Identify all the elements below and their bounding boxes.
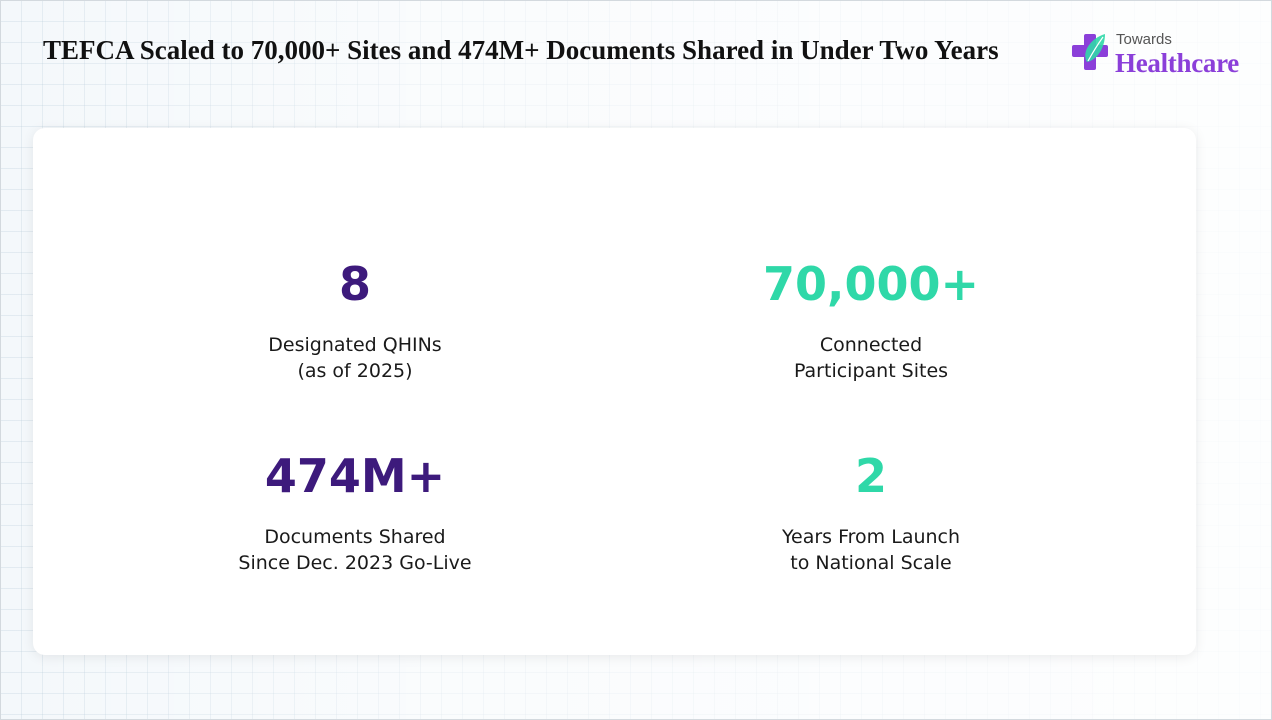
stat-label-line2: Participant Sites: [793, 360, 949, 382]
stat-label: Connected Participant Sites: [661, 332, 1081, 384]
medical-cross-leaf-icon: [1072, 34, 1108, 70]
stat-label-line1: Documents Shared: [264, 526, 446, 548]
stat-label-line1: Years From Launch: [781, 526, 961, 548]
stat-value: 2: [854, 449, 887, 503]
stat-years: 2 Years From Launch to National Scale: [661, 448, 1081, 576]
stat-value: 70,000+: [762, 257, 980, 311]
stat-qhins: 8 Designated QHINs (as of 2025): [145, 256, 565, 384]
page-title: TEFCA Scaled to 70,000+ Sites and 474M+ …: [43, 35, 999, 65]
stat-sites: 70,000+ Connected Participant Sites: [661, 256, 1081, 384]
stat-documents: 474M+ Documents Shared Since Dec. 2023 G…: [145, 448, 565, 576]
stat-label: Documents Shared Since Dec. 2023 Go-Live: [145, 524, 565, 576]
stat-label: Years From Launch to National Scale: [661, 524, 1081, 576]
stat-value: 474M+: [264, 449, 446, 503]
stat-label-line2: (as of 2025): [297, 360, 413, 382]
stat-label: Designated QHINs (as of 2025): [145, 332, 565, 384]
stat-label-line2: to National Scale: [790, 552, 952, 574]
brand-logo: Towards Healthcare: [1071, 30, 1246, 80]
stat-label-line2: Since Dec. 2023 Go-Live: [238, 552, 472, 574]
logo-text-healthcare: Healthcare: [1115, 48, 1239, 78]
stat-label-line1: Connected: [819, 334, 923, 356]
stat-label-line1: Designated QHINs: [268, 334, 442, 356]
logo-text-towards: Towards: [1116, 31, 1172, 48]
stats-card: 8 Designated QHINs (as of 2025) 70,000+ …: [33, 128, 1196, 655]
stat-value: 8: [338, 257, 371, 311]
